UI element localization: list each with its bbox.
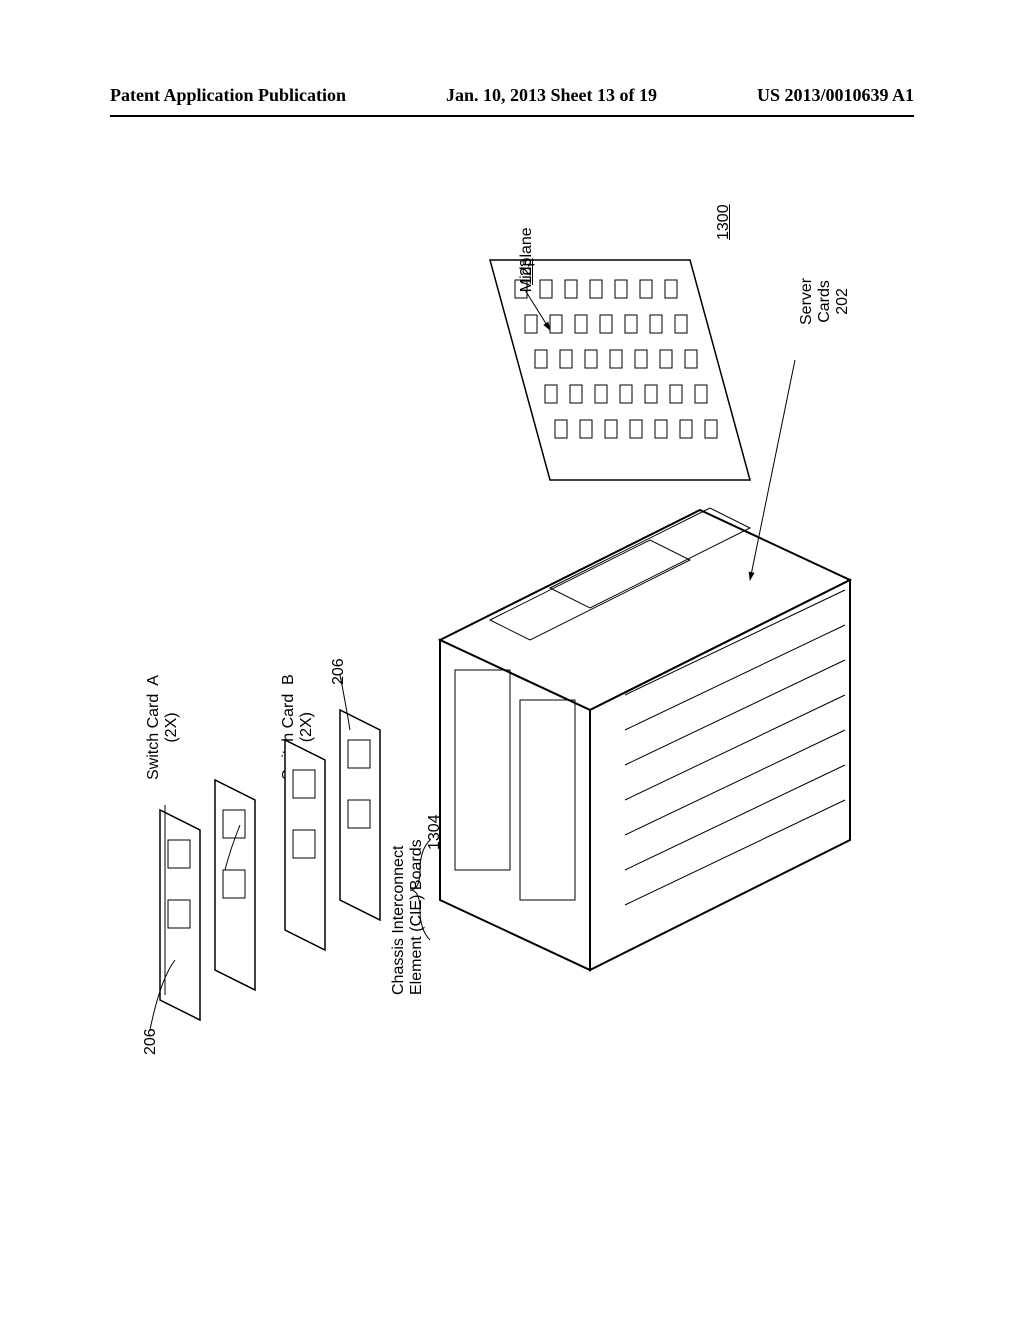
page-header: Patent Application Publication Jan. 10, … bbox=[0, 85, 1024, 106]
midplane-drawing bbox=[490, 260, 750, 480]
header-right-text: US 2013/0010639 A1 bbox=[757, 85, 914, 106]
header-center-text: Jan. 10, 2013 Sheet 13 of 19 bbox=[446, 85, 657, 106]
header-left-text: Patent Application Publication bbox=[110, 85, 346, 106]
figure-area: 1300 Midplane 123 Server Cards 202 Switc… bbox=[130, 200, 890, 1100]
header-divider bbox=[110, 115, 914, 117]
chassis-drawing bbox=[440, 508, 850, 970]
switch-cards-drawing bbox=[160, 710, 380, 1020]
technical-drawing bbox=[130, 200, 890, 1100]
